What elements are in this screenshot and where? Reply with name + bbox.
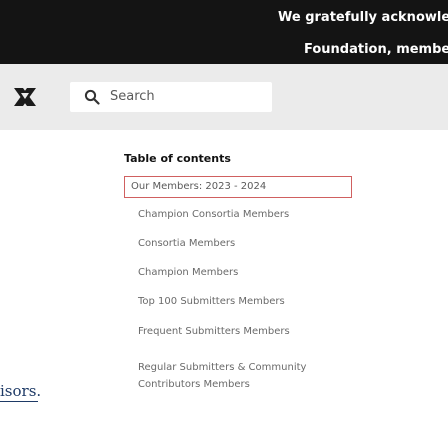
toc-item-champion[interactable]: Champion Members: [138, 267, 238, 278]
search-input[interactable]: Search: [70, 82, 272, 112]
toc-item-regular-community[interactable]: Regular Submitters & Community: [138, 362, 306, 373]
toc-item-champion-consortia[interactable]: Champion Consortia Members: [138, 209, 289, 220]
side-text-underline: [0, 401, 38, 402]
arxiv-logo-icon[interactable]: [10, 82, 40, 112]
toc-item-our-members[interactable]: Our Members: 2023 - 2024: [124, 176, 352, 198]
search-icon: [84, 89, 100, 105]
toc-item-consortia[interactable]: Consortia Members: [138, 238, 235, 249]
nav-bar: Search: [0, 64, 448, 130]
toc-item-frequent[interactable]: Frequent Submitters Members: [138, 326, 290, 337]
toc-title: Table of contents: [124, 152, 231, 165]
top-banner: We gratefully acknowledge Foundation, me…: [0, 0, 448, 64]
toc-item-top-100[interactable]: Top 100 Submitters Members: [138, 296, 285, 307]
search-placeholder: Search: [110, 89, 155, 104]
banner-foundation-line: Foundation, member insti: [304, 42, 448, 57]
banner-acknowledgement-line: We gratefully acknowledge: [278, 10, 448, 25]
toc-item-contributors[interactable]: Contributors Members: [138, 379, 250, 390]
